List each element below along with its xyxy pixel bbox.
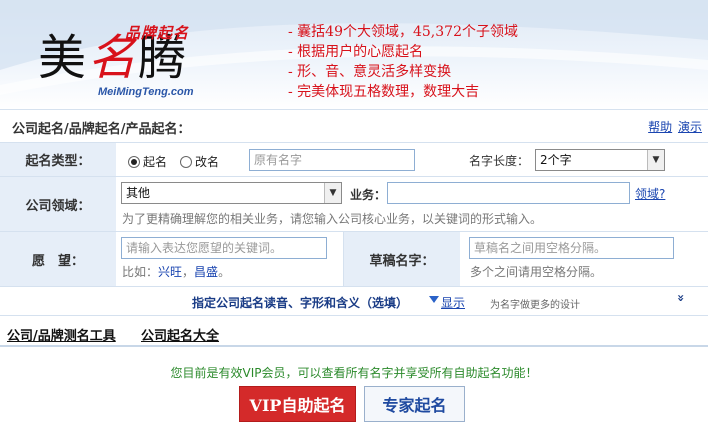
draft-name-hint: 多个之间请用空格分隔。 xyxy=(470,265,603,279)
business-label: 业务： xyxy=(350,188,387,202)
vip-status-message: 您目前是有效VIP会员，可以查看所有名字并享受所有自助起名功能！ xyxy=(170,366,538,380)
radio-new-name[interactable]: 起名 xyxy=(128,153,167,170)
vip-self-naming-button[interactable]: VIP自助起名 xyxy=(239,386,356,422)
page-title: 公司起名/品牌起名/产品起名： xyxy=(12,122,191,137)
radio-checked-icon xyxy=(128,155,140,168)
expert-naming-button[interactable]: 专家起名 xyxy=(364,386,465,422)
header-banner: 美名腾 品牌起名 MeiMingTeng.com - 囊括49个大领域，45,3… xyxy=(0,0,708,110)
wish-example-prefix: 比如： xyxy=(122,265,159,279)
design-note: 为名字做更多的设计 xyxy=(490,300,580,311)
naming-type-label: 起名类型： xyxy=(0,143,116,176)
slogan-item: - 完美体现五格数理，数理大吉 xyxy=(288,84,480,100)
show-options-link[interactable]: 显示 xyxy=(441,294,465,311)
company-field-value: 其他 xyxy=(126,186,151,200)
wish-label: 愿 望： xyxy=(0,232,116,286)
wish-example: 比如：兴旺，昌盛。 xyxy=(122,263,230,280)
wish-example-separator: ， xyxy=(182,265,195,279)
radio-rename-label: 改名 xyxy=(195,155,220,169)
name-test-tool-link[interactable]: 公司/品牌测名工具 xyxy=(7,325,116,344)
expand-chevron-icon[interactable]: » xyxy=(674,294,688,302)
company-field-row: 公司领域： 其他 ▼ 业务： 领域? 为了更精确理解您的相关业务，请您输入公司核… xyxy=(0,177,708,232)
naming-form: 起名类型： 起名 改名 原有名字 名字长度： 2个字 ▼ 公司领域： 其他 ▼ … xyxy=(0,142,708,316)
wish-example-end: 。 xyxy=(218,265,231,279)
arrow-down-icon xyxy=(429,296,439,303)
slogan-list: - 囊括49个大领域，45,372个子领域 - 根据用户的心愿起名 - 形、音、… xyxy=(288,22,518,102)
tools-row: 公司/品牌测名工具 公司起名大全 xyxy=(0,317,708,347)
radio-rename[interactable]: 改名 xyxy=(180,153,219,170)
pronunciation-row: 指定公司起名读音、字形和含义（选填） 显示 为名字做更多的设计 » xyxy=(0,287,708,316)
domain-help-link[interactable]: 领域? xyxy=(635,185,665,202)
naming-type-row: 起名类型： 起名 改名 原有名字 名字长度： 2个字 ▼ xyxy=(0,143,708,177)
radio-new-name-label: 起名 xyxy=(143,155,168,169)
draft-name-label: 草稿名字： xyxy=(344,232,460,286)
company-field-label: 公司领域： xyxy=(0,177,116,231)
name-length-label: 名字长度： xyxy=(469,154,530,168)
wish-example-link-1[interactable]: 兴旺 xyxy=(158,265,182,279)
wish-example-link-2[interactable]: 昌盛 xyxy=(194,265,218,279)
chevron-down-icon: ▼ xyxy=(647,150,664,170)
slogan-item: - 根据用户的心愿起名 xyxy=(288,44,424,60)
wish-input[interactable]: 请输入表达您愿望的关键词。 xyxy=(121,237,327,259)
title-row: 公司起名/品牌起名/产品起名： 帮助 演示 xyxy=(0,112,708,142)
company-field-select[interactable]: 其他 ▼ xyxy=(121,182,342,204)
chevron-down-icon: ▼ xyxy=(324,183,341,203)
naming-collection-link[interactable]: 公司起名大全 xyxy=(141,325,219,344)
demo-link[interactable]: 演示 xyxy=(678,120,702,134)
wish-draft-row: 愿 望： 请输入表达您愿望的关键词。 比如：兴旺，昌盛。 草稿名字： 草稿名之间… xyxy=(0,232,708,287)
slogan-item: - 形、音、意灵活多样变换 xyxy=(288,64,452,80)
title-links: 帮助 演示 xyxy=(646,118,702,135)
name-length-select[interactable]: 2个字 ▼ xyxy=(535,149,665,171)
slogan-item: - 囊括49个大领域，45,372个子领域 xyxy=(288,24,518,40)
pronunciation-options-label: 指定公司起名读音、字形和含义（选填） xyxy=(192,296,409,310)
draft-name-input[interactable]: 草稿名之间用空格分隔。 xyxy=(469,237,674,259)
logo-url: MeiMingTeng.com xyxy=(98,86,194,98)
name-length-value: 2个字 xyxy=(540,153,572,167)
radio-unchecked-icon xyxy=(180,155,192,168)
business-input[interactable] xyxy=(387,182,630,204)
logo-char-1: 美 xyxy=(38,30,89,86)
business-hint: 为了更精确理解您的相关业务，请您输入公司核心业务，以关键词的形式输入。 xyxy=(122,212,543,226)
help-link[interactable]: 帮助 xyxy=(648,120,672,134)
original-name-input[interactable]: 原有名字 xyxy=(249,149,415,171)
brand-naming-tag: 品牌起名 xyxy=(125,24,190,42)
